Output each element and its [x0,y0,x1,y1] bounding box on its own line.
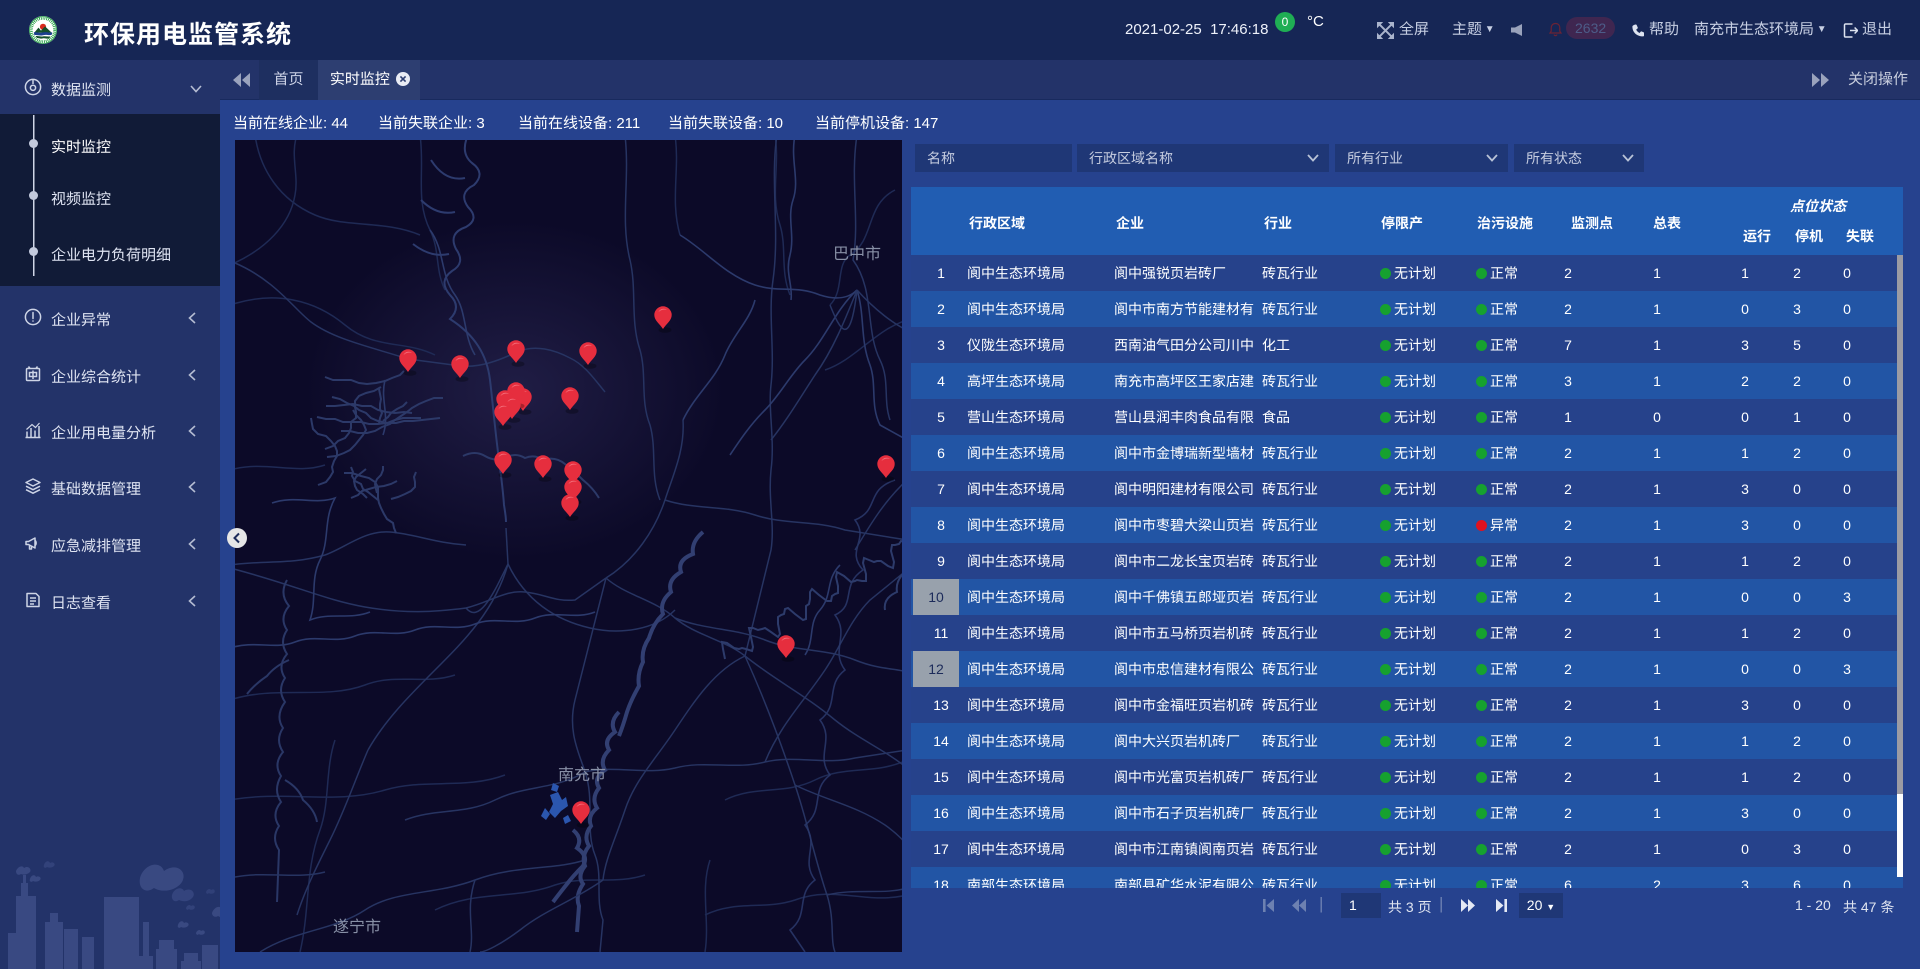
svg-text:巴中市: 巴中市 [833,240,881,264]
svg-text:遂宁市: 遂宁市 [333,913,381,937]
svg-text:南充市: 南充市 [558,761,606,785]
